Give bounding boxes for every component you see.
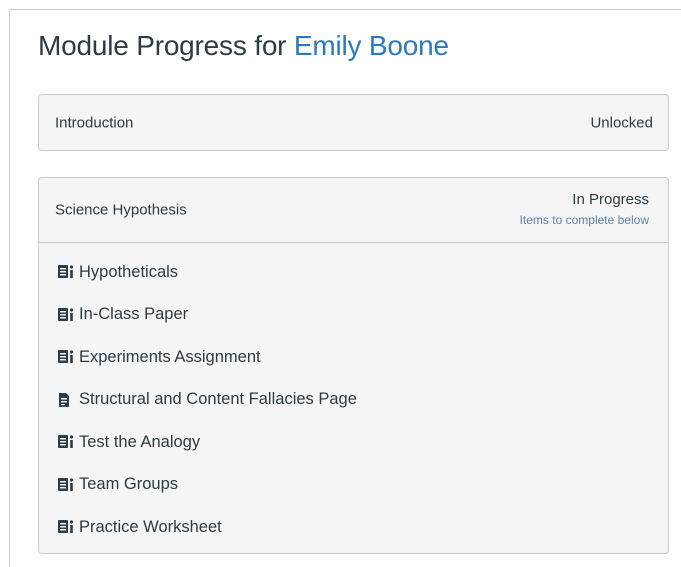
module-item-label: Experiments Assignment (79, 347, 261, 366)
module-item-test-the-analogy[interactable]: Test the Analogy (39, 421, 668, 464)
module-item-hypotheticals[interactable]: Hypotheticals (39, 251, 668, 294)
module-items-list: Hypotheticals In-Class Paper Experiments… (39, 243, 668, 549)
module-item-label: In-Class Paper (79, 305, 189, 324)
module-progress-page: Module Progress for Emily Boone Introduc… (0, 0, 681, 567)
module-name: Introduction (55, 114, 134, 131)
module-item-label: Team Groups (79, 475, 179, 494)
module-item-label: Structural and Content Fallacies Page (79, 390, 357, 409)
module-status: In Progress (572, 191, 649, 208)
module-header: Science Hypothesis In Progress Items to … (39, 178, 668, 243)
module-introduction: Introduction Unlocked (38, 94, 669, 151)
assignment-icon (57, 434, 76, 450)
assignment-icon (57, 519, 76, 535)
assignment-icon (57, 264, 76, 280)
page-icon (57, 392, 76, 408)
assignment-icon (57, 477, 76, 493)
module-item-in-class-paper[interactable]: In-Class Paper (39, 294, 668, 337)
module-status: Unlocked (590, 114, 653, 131)
top-border (9, 9, 681, 10)
module-status-block: In Progress Items to complete below (520, 191, 649, 228)
module-science-hypothesis: Science Hypothesis In Progress Items to … (38, 177, 669, 554)
student-name-link[interactable]: Emily Boone (294, 30, 449, 61)
module-name: Science Hypothesis (55, 201, 187, 219)
left-border (9, 9, 10, 567)
page-title: Module Progress for Emily Boone (38, 30, 449, 62)
assignment-icon (57, 349, 76, 365)
module-item-label: Test the Analogy (79, 432, 201, 451)
page-title-prefix: Module Progress for (38, 30, 287, 61)
module-item-label: Practice Worksheet (79, 517, 222, 536)
module-item-team-groups[interactable]: Team Groups (39, 464, 668, 507)
module-header: Introduction Unlocked (39, 95, 668, 150)
module-item-experiments-assignment[interactable]: Experiments Assignment (39, 336, 668, 379)
module-item-structural-fallacies-page[interactable]: Structural and Content Fallacies Page (39, 379, 668, 422)
module-item-practice-worksheet[interactable]: Practice Worksheet (39, 506, 668, 549)
module-item-label: Hypotheticals (79, 262, 179, 281)
assignment-icon (57, 307, 76, 323)
module-status-detail: Items to complete below (519, 213, 649, 227)
